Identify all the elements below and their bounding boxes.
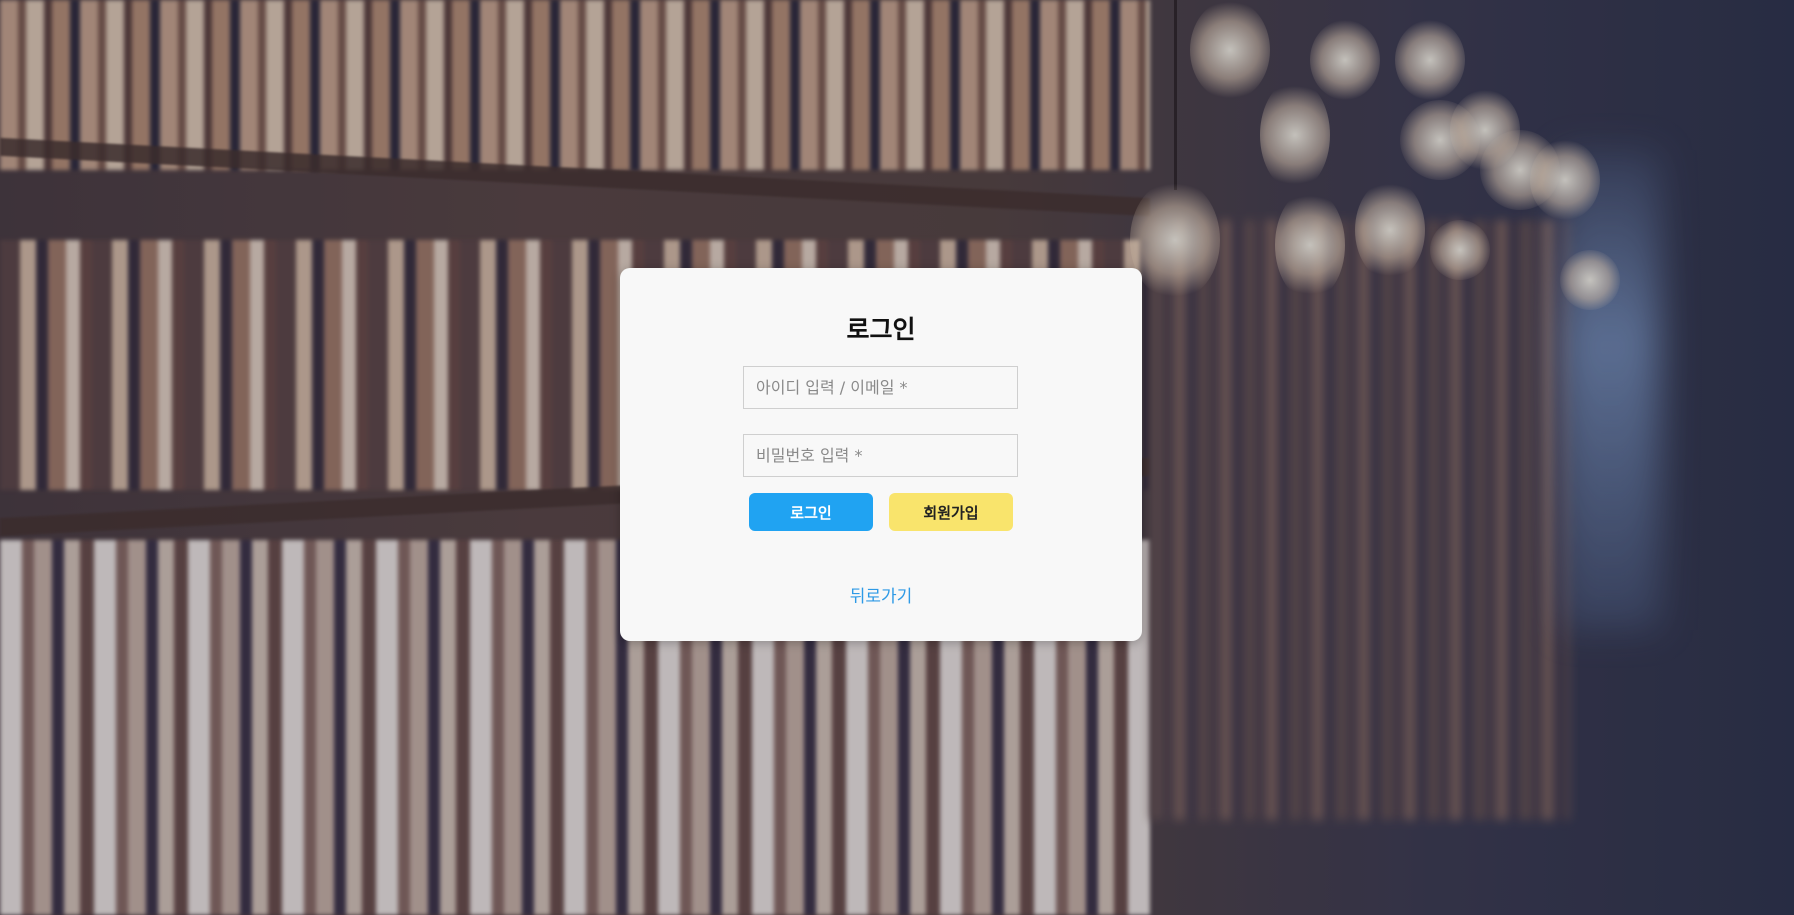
signup-button[interactable]: 회원가입 xyxy=(889,493,1013,531)
back-link[interactable]: 뒤로가기 xyxy=(620,582,1142,607)
id-email-input[interactable] xyxy=(743,366,1018,409)
login-title: 로그인 xyxy=(846,315,916,344)
login-button[interactable]: 로그인 xyxy=(749,493,873,531)
password-input[interactable] xyxy=(743,434,1018,477)
login-card: 로그인 로그인 회원가입 뒤로가기 xyxy=(620,268,1142,641)
